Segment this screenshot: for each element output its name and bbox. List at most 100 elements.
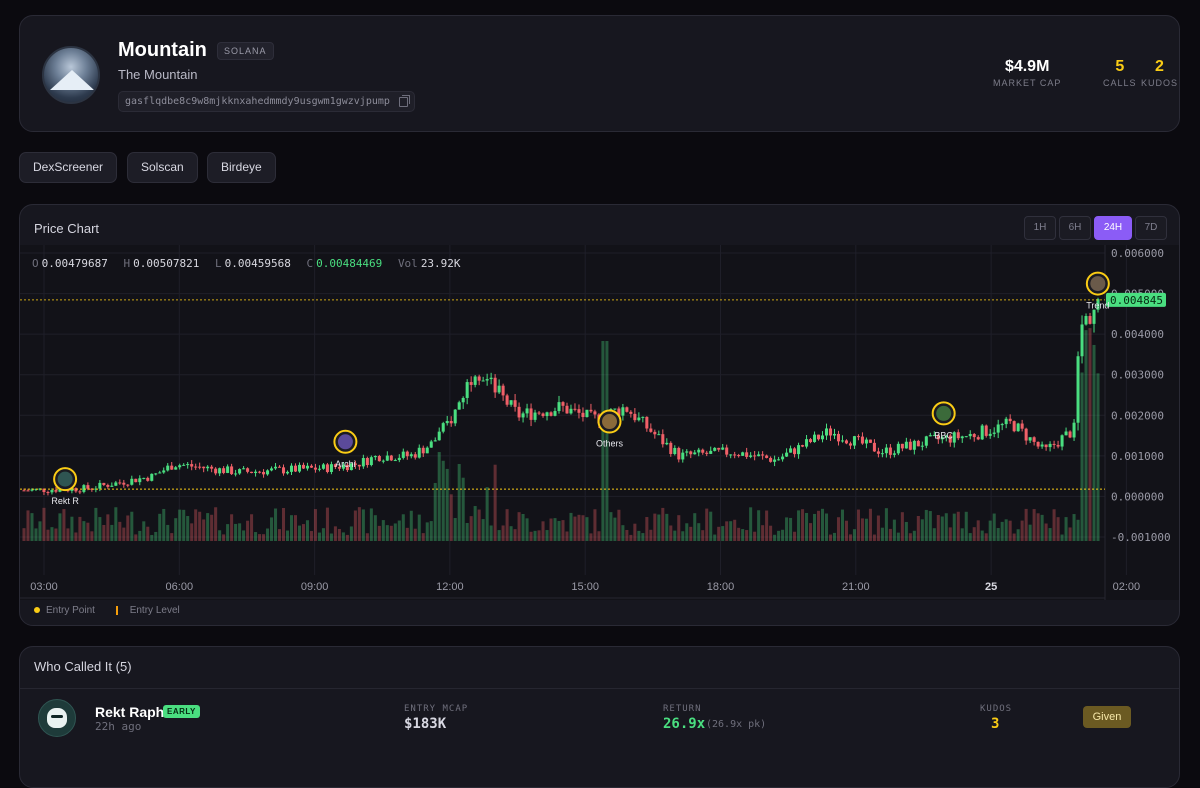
volume-bar xyxy=(58,513,62,541)
volume-bar xyxy=(409,510,413,541)
candle-body xyxy=(757,454,761,457)
volume-bar xyxy=(266,528,270,541)
candle-body xyxy=(154,473,158,475)
volume-bar xyxy=(920,519,924,541)
contract-address[interactable]: gasflqdbe8c9w8mjkknxahedmmdy9usgwm1gwzvj… xyxy=(118,91,415,112)
volume-bar xyxy=(569,512,573,541)
candle-body xyxy=(872,442,876,452)
candle-body xyxy=(741,452,745,456)
volume-bar xyxy=(361,509,365,541)
volume-bar xyxy=(1024,508,1028,541)
candle-body xyxy=(545,412,549,417)
candle-body xyxy=(769,457,773,462)
volume-bar xyxy=(174,518,178,541)
candle-body xyxy=(1040,444,1044,447)
candlestick-chart[interactable]: 0.0060000.0050000.0040000.0030000.002000… xyxy=(20,245,1179,600)
given-kudos-button[interactable]: Given xyxy=(1083,706,1131,728)
candle-body xyxy=(509,400,513,405)
volume-bar xyxy=(234,523,238,541)
caller-time: 22h ago xyxy=(95,720,142,733)
volume-bar xyxy=(852,529,856,541)
volume-bar xyxy=(729,521,733,541)
timeframe-1h[interactable]: 1H xyxy=(1024,216,1056,240)
volume-bar xyxy=(713,534,717,541)
volume-bar xyxy=(805,512,809,541)
candle-body xyxy=(461,397,465,403)
candle-body xyxy=(533,412,537,420)
candle-body xyxy=(281,467,286,474)
volume-bar xyxy=(393,523,397,541)
volume-bar xyxy=(880,527,884,541)
solscan-link[interactable]: Solscan xyxy=(127,152,198,183)
candle-body xyxy=(888,447,892,455)
caller-marker-label: BBC xyxy=(934,430,953,440)
volume-bar xyxy=(417,514,421,541)
candle-body xyxy=(1056,444,1060,447)
volume-bar xyxy=(98,517,102,541)
candle-body xyxy=(445,421,449,424)
timeframe-7d[interactable]: 7D xyxy=(1135,216,1167,240)
dexscreener-link[interactable]: DexScreener xyxy=(19,152,118,183)
volume-bar xyxy=(50,527,54,541)
copy-icon[interactable] xyxy=(398,95,410,107)
volume-bar xyxy=(513,529,517,541)
volume-bar xyxy=(246,520,250,541)
candle-body xyxy=(681,452,685,460)
volume-bar xyxy=(329,533,333,541)
candle-body xyxy=(701,449,705,453)
birdeye-link[interactable]: Birdeye xyxy=(207,152,276,183)
candle-body xyxy=(864,439,868,444)
volume-bar xyxy=(1012,533,1016,541)
caller-marker-avatar xyxy=(1090,276,1106,292)
candle-body xyxy=(673,447,677,455)
volume-bar xyxy=(258,534,262,541)
volume-bar xyxy=(142,521,146,541)
timeframe-6h[interactable]: 6H xyxy=(1059,216,1091,240)
candle-body xyxy=(793,448,797,455)
candle-body xyxy=(952,432,956,443)
volume-bar xyxy=(1064,517,1068,541)
chain-badge: SOLANA xyxy=(217,42,274,60)
candle-body xyxy=(852,436,856,446)
volume-bar xyxy=(254,532,258,541)
ohlc-low: 0.00459568 xyxy=(224,257,291,270)
candle-body xyxy=(78,491,82,493)
volume-bar xyxy=(445,468,449,541)
candle-body xyxy=(1052,443,1056,445)
volume-bar xyxy=(525,518,529,541)
candle-body xyxy=(984,425,988,436)
volume-bar xyxy=(309,531,313,541)
x-tick-label: 06:00 xyxy=(166,581,194,593)
candle-body xyxy=(182,464,186,466)
candle-body xyxy=(429,441,433,448)
candle-body xyxy=(561,402,565,406)
candle-body xyxy=(397,457,401,461)
caller-name[interactable]: Rekt Raph xyxy=(95,704,164,720)
volume-bar xyxy=(1008,520,1012,541)
volume-bar xyxy=(166,524,170,541)
x-tick-label: 25 xyxy=(985,581,997,593)
volume-bar xyxy=(397,520,401,541)
volume-bar xyxy=(369,508,373,541)
candle-body xyxy=(1060,435,1064,447)
volume-bar xyxy=(1036,513,1040,541)
legend-entry-level: Entry Level xyxy=(129,605,180,616)
volume-bar xyxy=(289,515,294,541)
current-price-label: 0.004845 xyxy=(1110,294,1163,307)
candle-body xyxy=(162,470,166,473)
candle-body xyxy=(293,465,298,472)
candle-body xyxy=(896,443,900,454)
timeframe-24h[interactable]: 24H xyxy=(1094,216,1132,240)
caller-avatar[interactable] xyxy=(38,699,76,737)
volume-bar xyxy=(433,482,437,541)
volume-bar xyxy=(301,524,305,541)
volume-bar xyxy=(840,509,844,541)
volume-bar xyxy=(609,512,613,541)
candle-body xyxy=(1048,443,1052,448)
candle-body xyxy=(198,466,202,468)
candle-body xyxy=(234,473,238,475)
candle-body xyxy=(190,464,194,467)
candle-body xyxy=(242,468,246,470)
volume-bar xyxy=(585,517,589,541)
candle-body xyxy=(1008,418,1012,422)
